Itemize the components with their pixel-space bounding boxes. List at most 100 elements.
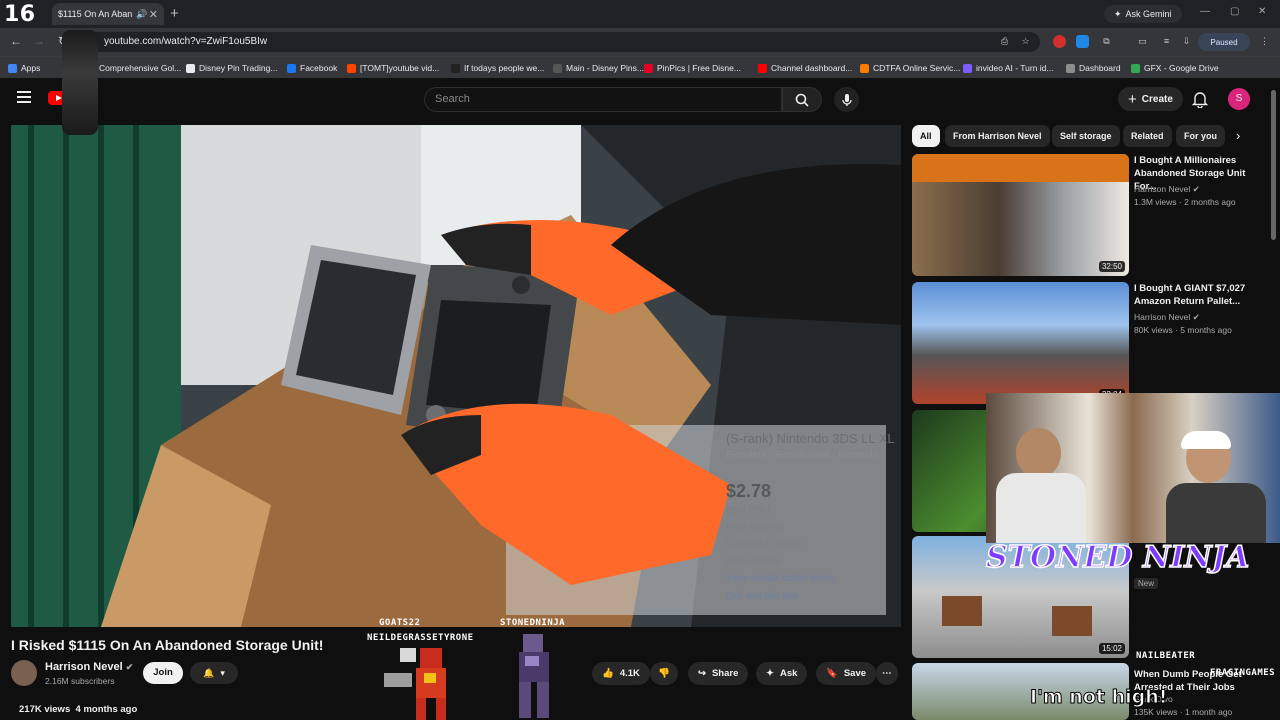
- browser-tab[interactable]: $1115 On An Aban 🔊 ✕: [52, 3, 164, 25]
- downloads-icon[interactable]: ⇩: [1180, 35, 1193, 48]
- channel-name[interactable]: Harrison Nevel ✔: [45, 661, 133, 673]
- bookmark-item[interactable]: Main - Disney Pins...: [553, 63, 644, 73]
- recommendation-channel[interactable]: Harrison Nevel ✔: [1134, 184, 1200, 195]
- chevron-right-icon[interactable]: ›: [1236, 128, 1240, 143]
- bookmark-label: CDTFA Online Servic...: [873, 63, 961, 73]
- video-frame: (S-rank) Nintendo 3DS LL XL Excellent · …: [11, 125, 901, 627]
- notifications-icon[interactable]: [1192, 91, 1208, 108]
- tab-title: $1115 On An Aban: [58, 9, 133, 19]
- extension-blue-icon[interactable]: [1076, 35, 1089, 48]
- share-button[interactable]: ↪ Share: [688, 662, 749, 685]
- duration-badge: 15:02: [1098, 643, 1125, 654]
- more-actions-button[interactable]: ⋯: [876, 662, 898, 685]
- chevron-down-icon: ▾: [220, 667, 225, 678]
- bookmark-item[interactable]: CDTFA Online Servic...: [860, 63, 960, 73]
- recommendation-channel[interactable]: Harrison Nevel ✔: [1134, 312, 1200, 323]
- extension-red-icon[interactable]: [1053, 35, 1066, 48]
- subscribe-bell-button[interactable]: 🔔 ▾: [190, 662, 238, 684]
- close-window-icon[interactable]: ✕: [1258, 6, 1266, 17]
- recommendation-meta: 80K views · 5 months ago: [1134, 325, 1232, 335]
- bookmark-item[interactable]: PinPics | Free Disne...: [644, 63, 741, 73]
- like-count: 4.1K: [619, 668, 640, 679]
- forward-icon[interactable]: →: [33, 34, 45, 48]
- new-tab-button[interactable]: +: [170, 5, 179, 22]
- bookmark-label: [TOMT]youtube vid...: [360, 63, 440, 73]
- bookmark-item[interactable]: Disney Pin Trading...: [186, 63, 277, 73]
- menu-kebab-icon[interactable]: ⋮: [1258, 35, 1271, 48]
- bookmark-item[interactable]: Dashboard: [1066, 63, 1121, 73]
- bookmark-star-icon[interactable]: ☆: [1019, 35, 1032, 48]
- chip-from-channel[interactable]: From Harrison Nevel: [945, 125, 1050, 147]
- like-button[interactable]: 👍 4.1K: [592, 662, 650, 685]
- chip-self-storage[interactable]: Self storage: [1052, 125, 1120, 147]
- bookmark-item[interactable]: Apps: [8, 63, 40, 73]
- bookmark-favicon-icon: [287, 63, 296, 73]
- join-button[interactable]: Join: [143, 662, 183, 684]
- bookmark-item[interactable]: If todays people we...: [451, 63, 544, 73]
- stream-caption: I'm not high!: [1029, 686, 1168, 709]
- bookmark-icon: 🔖: [826, 668, 838, 679]
- thumbs-up-icon: 👍: [602, 668, 614, 679]
- create-button[interactable]: + Create: [1118, 87, 1183, 111]
- bookmark-label: Apps: [21, 63, 41, 73]
- url-field[interactable]: youtube.com/watch?v=ZwiF1ou5BIw: [80, 32, 1040, 52]
- install-icon[interactable]: ⎙: [998, 35, 1011, 48]
- bookmark-item[interactable]: invideo AI - Turn id...: [963, 63, 1053, 73]
- account-avatar[interactable]: S: [1228, 88, 1250, 110]
- chip-for-you[interactable]: For you: [1176, 125, 1225, 147]
- create-label: Create: [1141, 93, 1173, 105]
- overlay-name: GOATS22: [379, 618, 421, 628]
- bookmark-item[interactable]: [TOMT]youtube vid...: [347, 63, 439, 73]
- ask-gemini-button[interactable]: ✦ Ask Gemini: [1104, 5, 1182, 23]
- bookmark-item[interactable]: GFX - Google Drive: [1131, 63, 1219, 73]
- bookmark-item[interactable]: Channel dashboard...: [758, 63, 852, 73]
- save-button[interactable]: 🔖 Save: [816, 662, 877, 685]
- bookmark-favicon-icon: [347, 63, 356, 73]
- verified-icon: ✔: [1192, 184, 1200, 194]
- search-button[interactable]: [782, 87, 822, 112]
- close-tab-icon[interactable]: ✕: [149, 8, 158, 21]
- bookmark-favicon-icon: [644, 63, 653, 73]
- overlay-name: FRAGINGAMES: [1210, 668, 1276, 678]
- bookmark-favicon-icon: [1066, 63, 1075, 73]
- bookmark-label: Facebook: [300, 63, 338, 73]
- search-input[interactable]: Search: [424, 87, 782, 112]
- channel-avatar[interactable]: [11, 660, 37, 686]
- media-icon[interactable]: ≡: [1160, 35, 1173, 48]
- menu-icon[interactable]: [17, 91, 31, 103]
- recommendation-channel-text: Harrison Nevel: [1134, 312, 1191, 322]
- speaker-icon: 🔊: [136, 8, 148, 19]
- recommendation-thumbnail[interactable]: 32:50: [912, 154, 1129, 276]
- share-label: Share: [711, 668, 739, 679]
- gemini-icon: ✦: [1114, 8, 1122, 19]
- listing-similar: View similar active items: [726, 573, 835, 584]
- bookmark-favicon-icon: [860, 63, 869, 73]
- chip-all[interactable]: All: [912, 125, 940, 147]
- profile-paused-button[interactable]: Paused: [1198, 33, 1250, 51]
- recommendation-thumbnail[interactable]: 22:04: [912, 282, 1129, 404]
- listing-price: $2.78: [726, 481, 771, 501]
- chip-related[interactable]: Related: [1123, 125, 1172, 147]
- recommendation-item[interactable]: 22:04 I Bought A GIANT $7,027 Amazon Ret…: [912, 282, 1272, 404]
- recommendation-item[interactable]: 32:50 I Bought A Millionaires Abandoned …: [912, 154, 1272, 276]
- dislike-button[interactable]: 👎: [650, 662, 678, 685]
- bookmark-item[interactable]: Facebook: [287, 63, 337, 73]
- bookmark-item[interactable]: Comprehensive Gol...: [86, 63, 181, 73]
- subscriber-count: 2.16M subscribers: [45, 676, 115, 686]
- plus-icon: +: [1128, 90, 1137, 108]
- extensions-puzzle-icon[interactable]: ⧉: [1100, 35, 1113, 48]
- recommendation-title[interactable]: I Bought A GIANT $7,027 Amazon Return Pa…: [1134, 282, 1264, 308]
- minimize-icon[interactable]: —: [1200, 6, 1210, 17]
- back-icon[interactable]: ←: [10, 34, 22, 48]
- streamer-webcam: [986, 393, 1280, 543]
- sparkle-icon: ✦: [766, 668, 774, 679]
- cast-icon[interactable]: ▭: [1136, 35, 1149, 48]
- ask-button[interactable]: ✦ Ask: [756, 662, 808, 685]
- video-player[interactable]: (S-rank) Nintendo 3DS LL XL Excellent · …: [11, 125, 901, 627]
- maximize-icon[interactable]: ▢: [1230, 6, 1239, 17]
- voice-search-button[interactable]: [834, 87, 859, 112]
- profile-status: Paused: [1210, 37, 1238, 47]
- bell-icon: 🔔: [203, 667, 215, 678]
- bookmark-label: Channel dashboard...: [771, 63, 853, 73]
- ask-label: Ask: [779, 668, 798, 679]
